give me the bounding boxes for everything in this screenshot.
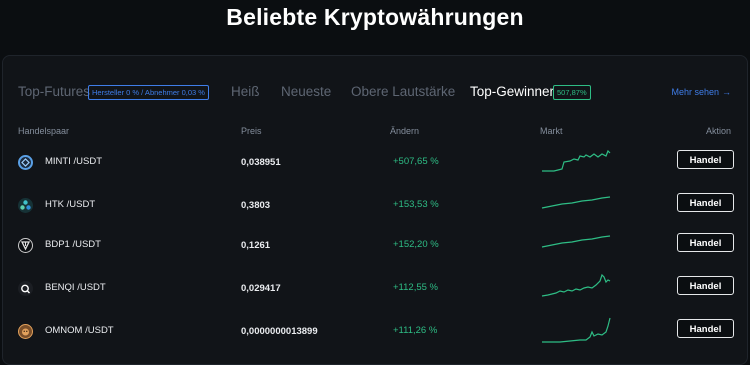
benqi-coin-icon [18, 281, 33, 296]
change-value: +153,53 % [393, 199, 439, 210]
tab-newest[interactable]: Neueste [281, 84, 331, 99]
table-row[interactable]: MINTI /USDT 0,038951 +507,65 % Handel [3, 143, 749, 181]
price-value: 0,1261 [241, 240, 271, 251]
column-header-action: Aktion [705, 126, 731, 136]
pair-label[interactable]: OMNOM /USDT [45, 325, 114, 336]
omnom-coin-icon [18, 324, 33, 339]
price-value: 0,0000000013899 [241, 326, 318, 337]
trade-button[interactable]: Handel [677, 319, 734, 338]
tab-top-futures[interactable]: Top-Futures [18, 84, 90, 99]
column-header-price: Preis [241, 126, 262, 136]
column-header-market: Markt [540, 126, 563, 136]
table-row[interactable]: BDP1 /USDT 0,1261 +152,20 % Handel [3, 226, 749, 264]
change-value: +507,65 % [393, 156, 439, 167]
trade-button[interactable]: Handel [677, 150, 734, 169]
top-gainer-badge: 507,87% [553, 85, 591, 100]
change-value: +152,20 % [393, 239, 439, 250]
see-more-link[interactable]: Mehr sehen → [671, 87, 731, 97]
trade-button[interactable]: Handel [677, 193, 734, 212]
price-value: 0,3803 [241, 200, 271, 211]
table-row[interactable]: HTK /USDT 0,3803 +153,53 % Handel [3, 186, 749, 224]
tab-hot[interactable]: Heiß [231, 84, 260, 99]
tab-top-volume[interactable]: Obere Lautstärke [351, 84, 455, 99]
fee-badge: Hersteller 0 % / Abnehmer 0,03 % [88, 85, 209, 100]
htk-coin-icon [18, 198, 33, 213]
market-sparkline [542, 149, 611, 172]
bdp1-coin-icon [18, 238, 33, 253]
trade-button[interactable]: Handel [677, 276, 734, 295]
price-value: 0,029417 [241, 283, 281, 294]
column-header-pair: Handelspaar [18, 126, 70, 136]
pair-label[interactable]: BENQI /USDT [45, 282, 106, 293]
page-title: Beliebte Kryptowährungen [226, 4, 524, 30]
minti-coin-icon [18, 155, 33, 170]
market-sparkline [541, 235, 611, 248]
market-sparkline [541, 196, 611, 209]
price-value: 0,038951 [241, 157, 281, 168]
table-row[interactable]: BENQI /USDT 0,029417 +112,55 % Handel [3, 269, 749, 307]
table-row[interactable]: OMNOM /USDT 0,0000000013899 +111,26 % Ha… [3, 312, 749, 350]
pair-label[interactable]: MINTI /USDT [45, 156, 102, 167]
trade-button[interactable]: Handel [677, 233, 734, 252]
crypto-market-panel: Top-Futures Hersteller 0 % / Abnehmer 0,… [2, 55, 748, 365]
change-value: +112,55 % [393, 282, 438, 293]
pair-label[interactable]: HTK /USDT [45, 199, 95, 210]
pair-label[interactable]: BDP1 /USDT [45, 239, 101, 250]
change-value: +111,26 % [393, 325, 438, 336]
market-sparkline [541, 273, 611, 297]
arrow-right-icon: → [722, 87, 731, 97]
see-more-label: Mehr sehen [671, 87, 719, 97]
market-sparkline [542, 317, 611, 343]
column-header-change: Ändern [390, 126, 420, 136]
tab-top-gainers[interactable]: Top-Gewinner [470, 84, 554, 99]
